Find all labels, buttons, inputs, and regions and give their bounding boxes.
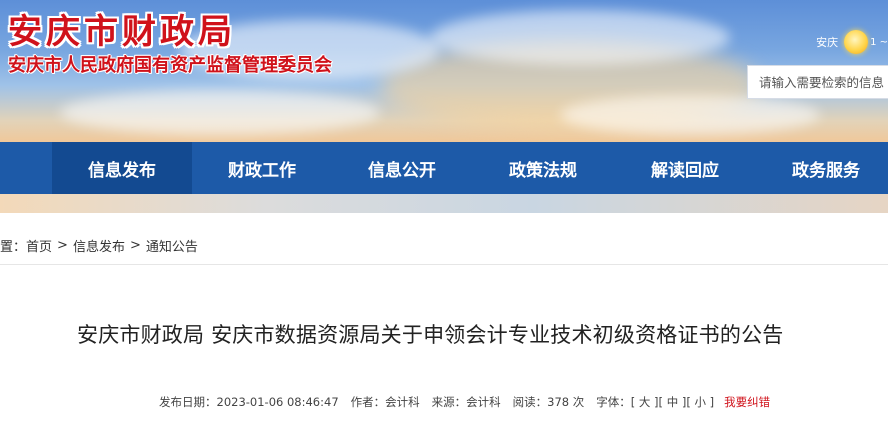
source: 来源：会计科 <box>431 395 501 409</box>
font-size-controls: 字体： [ 大 ] [ 中 ] [ 小 ] <box>596 394 714 410</box>
nav-item-interpretation[interactable]: 解读回应 <box>614 142 756 194</box>
breadcrumb-notices[interactable]: 通知公告 <box>146 236 198 255</box>
banner-cloud <box>560 95 820 135</box>
main-nav: 信息发布 财政工作 信息公开 政策法规 解读回应 政务服务 <box>0 142 888 194</box>
font-size-label: 字体： <box>596 395 631 409</box>
weather-widget: 安庆 1 ~ <box>816 30 888 54</box>
banner-cloud <box>430 10 730 65</box>
weather-city: 安庆 <box>816 36 839 49</box>
font-size-large-button[interactable]: [ 大 ] <box>631 394 659 410</box>
breadcrumb-separator: > <box>129 238 141 253</box>
weather-temp: 1 ~ <box>870 36 888 48</box>
report-error-link[interactable]: 我要纠错 <box>724 394 770 410</box>
banner-cloud <box>60 90 380 135</box>
nav-item-gov-services[interactable]: 政务服务 <box>756 142 888 194</box>
breadcrumb-home[interactable]: 首页 <box>26 236 52 255</box>
article-title: 安庆市财政局 安庆市数据资源局关于申领会计专业技术初级资格证书的公告 <box>77 323 784 347</box>
site-title: 安庆市财政局 <box>8 12 236 52</box>
breadcrumb: 置： 首页 > 信息发布 > 通知公告 <box>0 236 198 255</box>
sun-icon <box>844 30 869 54</box>
breadcrumb-separator: > <box>57 238 68 253</box>
font-size-small-button[interactable]: [ 小 ] <box>686 394 714 410</box>
site-subtitle: 安庆市人民政府国有资产监督管理委员会 <box>8 55 332 76</box>
author: 作者：会计科 <box>350 395 420 409</box>
font-size-medium-button[interactable]: [ 中 ] <box>659 394 687 410</box>
breadcrumb-divider <box>0 264 888 265</box>
breadcrumb-prefix: 置： <box>0 240 27 255</box>
decorative-strip <box>0 194 888 213</box>
nav-item-policies[interactable]: 政策法规 <box>472 142 614 194</box>
nav-item-info-release[interactable]: 信息发布 <box>52 142 192 194</box>
breadcrumb-info-release[interactable]: 信息发布 <box>73 236 125 255</box>
search-input[interactable] <box>747 65 888 99</box>
publish-date: 发布日期：2023-01-06 08:46:47 <box>159 395 339 409</box>
article-meta: 发布日期：2023-01-06 08:46:47 作者：会计科 来源：会计科 阅… <box>159 394 770 410</box>
header-banner: 安庆市财政局 安庆市人民政府国有资产监督管理委员会 安庆 1 ~ <box>0 0 888 142</box>
nav-item-info-disclosure[interactable]: 信息公开 <box>332 142 472 194</box>
view-count: 阅读：378 次 <box>512 395 585 409</box>
nav-item-finance-work[interactable]: 财政工作 <box>192 142 332 194</box>
